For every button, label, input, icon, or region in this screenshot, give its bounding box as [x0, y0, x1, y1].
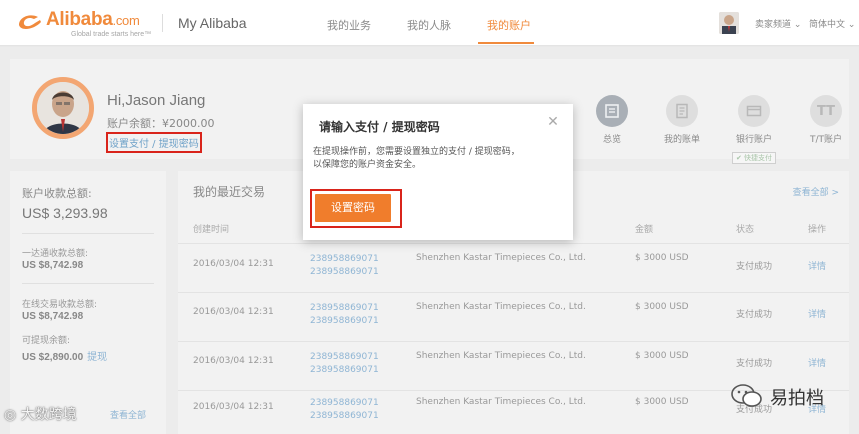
row-time: 2016/03/04 12:31: [193, 307, 274, 317]
user-avatar[interactable]: [719, 12, 739, 34]
column-header-amount: 金额: [635, 225, 654, 235]
receivables-summary-panel: 账户收款总额: US$ 3,293.98 一达通收款总额: US $8,742.…: [10, 171, 166, 434]
withdraw-link[interactable]: 提现: [87, 352, 107, 363]
row-detail-link[interactable]: 详情: [808, 259, 826, 272]
row-order-numbers[interactable]: 238958869071 238958869071: [310, 351, 379, 377]
quick-pay-badge: ✔ 快捷支付: [731, 152, 777, 164]
divider: [22, 283, 154, 284]
quick-bank-account-label: 银行账户: [735, 135, 772, 145]
table-row: 2016/03/04 12:31 238958869071 23895886907…: [178, 341, 849, 389]
column-header-time: 创建时间: [193, 225, 230, 235]
set-password-button[interactable]: 设置密码: [315, 194, 391, 222]
bank-card-icon: [738, 95, 770, 127]
overview-icon: [596, 95, 628, 127]
bill-icon: [666, 95, 698, 127]
alibaba-smile-icon: [19, 15, 41, 29]
withdrawable-value: US $2,890.00 提现: [22, 352, 108, 363]
row-order-numbers[interactable]: 238958869071 238958869071: [310, 302, 379, 328]
alibaba-logo[interactable]: Alibaba.com Global trade starts here™: [16, 9, 156, 39]
yidatong-value: US $8,742.98: [22, 260, 84, 271]
row-detail-link[interactable]: 详情: [808, 307, 826, 320]
tt-icon: TT: [810, 95, 842, 127]
summary-view-all-link[interactable]: 查看全部: [110, 408, 146, 421]
quick-bank-account[interactable]: 银行账户 ✔ 快捷支付: [724, 95, 784, 164]
tab-my-network[interactable]: 我的人脉: [407, 17, 451, 33]
person-icon: [719, 12, 739, 34]
logo-wordmark: Alibaba.com: [46, 9, 140, 30]
table-row: 2016/03/04 12:31 238958869071 23895886907…: [178, 292, 849, 340]
seller-channel-dropdown[interactable]: 卖家频道 ⌄: [755, 17, 801, 30]
person-photo-icon: [37, 82, 89, 134]
quick-overview[interactable]: 总览: [582, 95, 642, 145]
view-all-link[interactable]: 查看全部 >: [793, 185, 839, 198]
total-received-value: US$ 3,293.98: [22, 205, 108, 221]
tab-my-account[interactable]: 我的账户: [487, 17, 531, 33]
profile-avatar: [32, 77, 94, 139]
quick-tt-account-label: T/T账户: [809, 135, 843, 145]
row-company: Shenzhen Kastar Timepieces Co., Ltd.: [416, 302, 586, 312]
watermark-left: ◎ 大数跨境: [4, 407, 77, 423]
row-status: 支付成功: [736, 310, 773, 320]
divider: [22, 233, 154, 234]
column-header-status: 状态: [736, 225, 755, 235]
row-time: 2016/03/04 12:31: [193, 402, 274, 412]
logo-tagline: Global trade starts here™: [71, 31, 152, 38]
row-company: Shenzhen Kastar Timepieces Co., Ltd.: [416, 397, 586, 407]
row-amount: $ 3000 USD: [635, 302, 689, 312]
total-received-label: 账户收款总额:: [22, 187, 92, 200]
row-status: 支付成功: [736, 359, 773, 369]
yidatong-label: 一达通收款总额:: [22, 249, 89, 259]
recent-transactions-title: 我的最近交易: [193, 185, 266, 199]
dialog-title: 请输入支付 / 提现密码: [319, 120, 440, 134]
table-row: 2016/03/04 12:31 238958869071 23895886907…: [178, 243, 849, 291]
set-password-dialog: 请输入支付 / 提现密码 ✕ 在提现操作前，您需要设置独立的支付 / 提现密码，…: [303, 104, 573, 240]
watermark-right-text: 易拍档: [770, 388, 824, 409]
withdrawable-label: 可提现余额:: [22, 336, 71, 346]
quick-tt-account[interactable]: TT T/T账户: [796, 95, 856, 145]
dialog-description: 在提现操作前，您需要设置独立的支付 / 提现密码， 以保障您的账户资金安全。: [313, 146, 563, 172]
quick-overview-label: 总览: [602, 135, 621, 145]
close-icon[interactable]: ✕: [546, 115, 560, 129]
row-company: Shenzhen Kastar Timepieces Co., Ltd.: [416, 351, 586, 361]
dialog-description-line: 以保障您的账户资金安全。: [313, 160, 422, 170]
row-order-numbers[interactable]: 238958869071 238958869071: [310, 253, 379, 279]
dialog-description-line: 在提现操作前，您需要设置独立的支付 / 提现密码，: [313, 147, 520, 157]
language-dropdown[interactable]: 简体中文 ⌄: [809, 17, 855, 30]
row-amount: $ 3000 USD: [635, 253, 689, 263]
active-tab-indicator: [478, 42, 534, 44]
row-company: Shenzhen Kastar Timepieces Co., Ltd.: [416, 253, 586, 263]
quick-my-bills-label: 我的账单: [663, 135, 700, 145]
online-trade-label: 在线交易收款总额:: [22, 300, 98, 310]
row-status: 支付成功: [736, 262, 773, 272]
chevron-down-icon: ⌄: [793, 20, 802, 30]
row-time: 2016/03/04 12:31: [193, 356, 274, 366]
chevron-down-icon: ⌄: [847, 20, 856, 30]
watermark-right: 易拍档: [730, 383, 850, 413]
tab-my-business[interactable]: 我的业务: [327, 17, 371, 33]
row-order-numbers[interactable]: 238958869071 238958869071: [310, 397, 379, 423]
my-alibaba-title[interactable]: My Alibaba: [178, 15, 246, 31]
set-password-link[interactable]: 设置支付 / 提现密码: [106, 132, 202, 153]
quick-my-bills[interactable]: 我的账单: [652, 95, 712, 145]
account-balance: 账户余额：¥2000.00: [107, 117, 215, 130]
top-navigation-bar: Alibaba.com Global trade starts here™ My…: [0, 0, 859, 46]
column-header-action: 操作: [808, 225, 827, 235]
row-detail-link[interactable]: 详情: [808, 356, 826, 369]
online-trade-value: US $8,742.98: [22, 311, 84, 322]
row-time: 2016/03/04 12:31: [193, 259, 274, 269]
greeting-text: Hi,Jason Jiang: [107, 92, 206, 109]
wechat-icon: [731, 384, 762, 407]
row-amount: $ 3000 USD: [635, 351, 689, 361]
nav-divider: [162, 14, 163, 32]
row-amount: $ 3000 USD: [635, 397, 689, 407]
weibo-icon: ◎: [4, 407, 17, 423]
